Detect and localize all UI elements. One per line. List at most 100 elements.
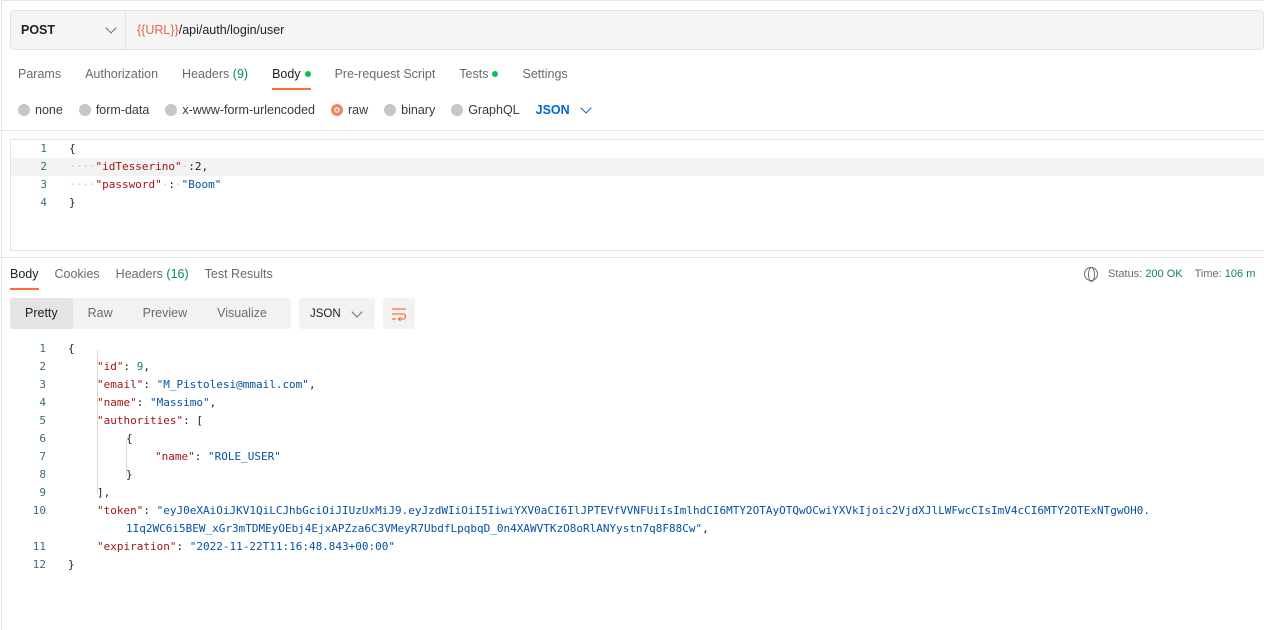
indent-guide bbox=[126, 440, 127, 476]
token: "expiration" bbox=[97, 540, 177, 553]
radio-binary[interactable]: binary bbox=[384, 103, 435, 117]
radio-circle-icon bbox=[384, 104, 397, 116]
response-tab-cookies[interactable]: Cookies bbox=[55, 262, 100, 290]
token: "password" bbox=[95, 178, 162, 191]
token: "token" bbox=[97, 504, 144, 517]
tab-label: Cookies bbox=[54, 267, 100, 281]
code-line: 6{ bbox=[10, 430, 1264, 448]
token: "name" bbox=[155, 450, 195, 463]
code-text: 1Iq2WC6i5BEW_xGr3mTDMEyOEbj4EjxAPZza6C3V… bbox=[126, 520, 709, 538]
method-select[interactable]: POST bbox=[11, 11, 126, 49]
line-number: 12 bbox=[32, 558, 46, 571]
token: } bbox=[68, 558, 75, 571]
tab-label: Settings bbox=[522, 67, 568, 81]
view-raw[interactable]: Raw bbox=[73, 298, 128, 329]
token: ···· bbox=[69, 178, 96, 191]
line-number: 9 bbox=[39, 486, 46, 499]
token: ···· bbox=[69, 160, 96, 173]
token: "ROLE_USER" bbox=[208, 450, 281, 463]
code-line: 4} bbox=[11, 194, 1264, 212]
status-dot-icon bbox=[304, 70, 311, 77]
line-number: 11 bbox=[32, 540, 46, 553]
code-text: "token": "eyJ0eXAiOiJKV1QiLCJhbGciOiJIUz… bbox=[97, 502, 1150, 520]
code-text: } bbox=[68, 556, 75, 574]
url-input[interactable]: {{URL}}/api/auth/login/user bbox=[126, 23, 1263, 37]
response-body[interactable]: 1{2 "id": 9, 3 "email": "M_Pistolesi@mmail.… bbox=[10, 340, 1264, 580]
token: } bbox=[69, 196, 76, 209]
code-line: 5 "authorities": [ bbox=[10, 412, 1264, 430]
code-line: 2 "id": 9, bbox=[10, 358, 1264, 376]
radio-raw[interactable]: raw bbox=[331, 103, 368, 117]
token: "name" bbox=[97, 396, 137, 409]
chevron-down-icon bbox=[580, 102, 592, 114]
radio-graphql[interactable]: GraphQL bbox=[451, 103, 520, 117]
view-mode-switch: Pretty Raw Preview Visualize bbox=[10, 298, 291, 329]
token: { bbox=[68, 342, 75, 355]
response-tab-body[interactable]: Body bbox=[10, 262, 39, 290]
status-dot-icon bbox=[492, 70, 499, 77]
request-tabs: Params Authorization Headers (9) Body Pre-re… bbox=[18, 60, 568, 90]
response-tab-test-results[interactable]: Test Results bbox=[205, 262, 273, 290]
token: : bbox=[194, 450, 208, 463]
indent-guide bbox=[97, 350, 98, 494]
divider bbox=[0, 257, 1264, 258]
code-line: 12} bbox=[10, 556, 1264, 574]
tab-count: (9) bbox=[232, 67, 249, 81]
url-bar: POST {{URL}}/api/auth/login/user bbox=[10, 10, 1264, 50]
response-tab-headers[interactable]: Headers (16) bbox=[116, 262, 189, 290]
token: : bbox=[143, 504, 157, 517]
token: , bbox=[209, 396, 217, 409]
token: : [ bbox=[183, 414, 203, 427]
status-label: Status: bbox=[1108, 268, 1143, 280]
divider bbox=[0, 130, 1264, 131]
tab-tests[interactable]: Tests bbox=[459, 60, 499, 90]
response-format-label: JSON bbox=[310, 307, 341, 320]
line-number: 8 bbox=[39, 468, 46, 481]
token: , bbox=[308, 378, 316, 391]
code-text: "authorities": [ bbox=[97, 412, 203, 430]
body-format-select[interactable]: JSON bbox=[536, 102, 592, 117]
radio-x-www-form-urlencoded[interactable]: x-www-form-urlencoded bbox=[165, 103, 315, 117]
tab-headers[interactable]: Headers (9) bbox=[182, 60, 248, 90]
line-number: 1 bbox=[40, 142, 47, 155]
tab-count: (16) bbox=[166, 267, 189, 281]
view-preview[interactable]: Preview bbox=[128, 298, 202, 329]
token: · bbox=[174, 178, 182, 191]
tab-label: Authorization bbox=[85, 67, 159, 81]
view-pretty[interactable]: Pretty bbox=[10, 298, 73, 329]
token: "eyJ0eXAiOiJKV1QiLCJhbGciOiJIUzUxMiJ9.ey… bbox=[156, 504, 1150, 517]
tab-label: Test Results bbox=[204, 267, 273, 281]
token: "2022-11-22T11:16:48.843+00:00" bbox=[189, 540, 396, 553]
radio-label: x-www-form-urlencoded bbox=[182, 103, 315, 117]
code-text: "expiration": "2022-11-22T11:16:48.843+0… bbox=[97, 538, 395, 556]
token: 1Iq2WC6i5BEW_xGr3mTDMEyOEbj4EjxAPZza6C3V… bbox=[126, 522, 703, 535]
request-body-editor[interactable]: 1{2 ····"idTesserino"·:2, 3 ····"password"·… bbox=[10, 139, 1264, 251]
tab-params[interactable]: Params bbox=[18, 60, 61, 90]
line-number: 1 bbox=[39, 342, 46, 355]
tab-pre-request-script[interactable]: Pre-request Script bbox=[335, 60, 436, 90]
code-line: 1{ bbox=[10, 340, 1264, 358]
code-line: 3 "email": "M_Pistolesi@mmail.com", bbox=[10, 376, 1264, 394]
view-visualize[interactable]: Visualize bbox=[202, 298, 282, 329]
radio-none[interactable]: none bbox=[18, 103, 63, 117]
radio-label: none bbox=[35, 103, 63, 117]
url-variable: {{URL}} bbox=[137, 23, 179, 37]
tab-body[interactable]: Body bbox=[272, 60, 311, 90]
code-text: ····"password"·:·"Boom" bbox=[69, 176, 221, 194]
radio-label: form-data bbox=[95, 103, 150, 117]
code-line: 2 ····"idTesserino"·:2, bbox=[11, 158, 1264, 176]
code-line: 1Iq2WC6i5BEW_xGr3mTDMEyOEbj4EjxAPZza6C3V… bbox=[10, 520, 1264, 538]
tab-label: Params bbox=[18, 67, 62, 81]
token: , bbox=[143, 360, 150, 373]
radio-circle-icon bbox=[18, 104, 30, 116]
globe-icon[interactable] bbox=[1084, 267, 1098, 282]
radio-label: raw bbox=[348, 103, 369, 117]
token: "authorities" bbox=[97, 414, 184, 427]
token: , bbox=[702, 522, 709, 535]
radio-form-data[interactable]: form-data bbox=[78, 103, 150, 117]
response-format-select[interactable]: JSON bbox=[299, 298, 375, 329]
wrap-lines-button[interactable] bbox=[383, 298, 415, 329]
tab-authorization[interactable]: Authorization bbox=[85, 60, 158, 90]
tab-settings[interactable]: Settings bbox=[522, 60, 567, 90]
code-line: 3 ····"password"·:·"Boom" bbox=[11, 176, 1264, 194]
